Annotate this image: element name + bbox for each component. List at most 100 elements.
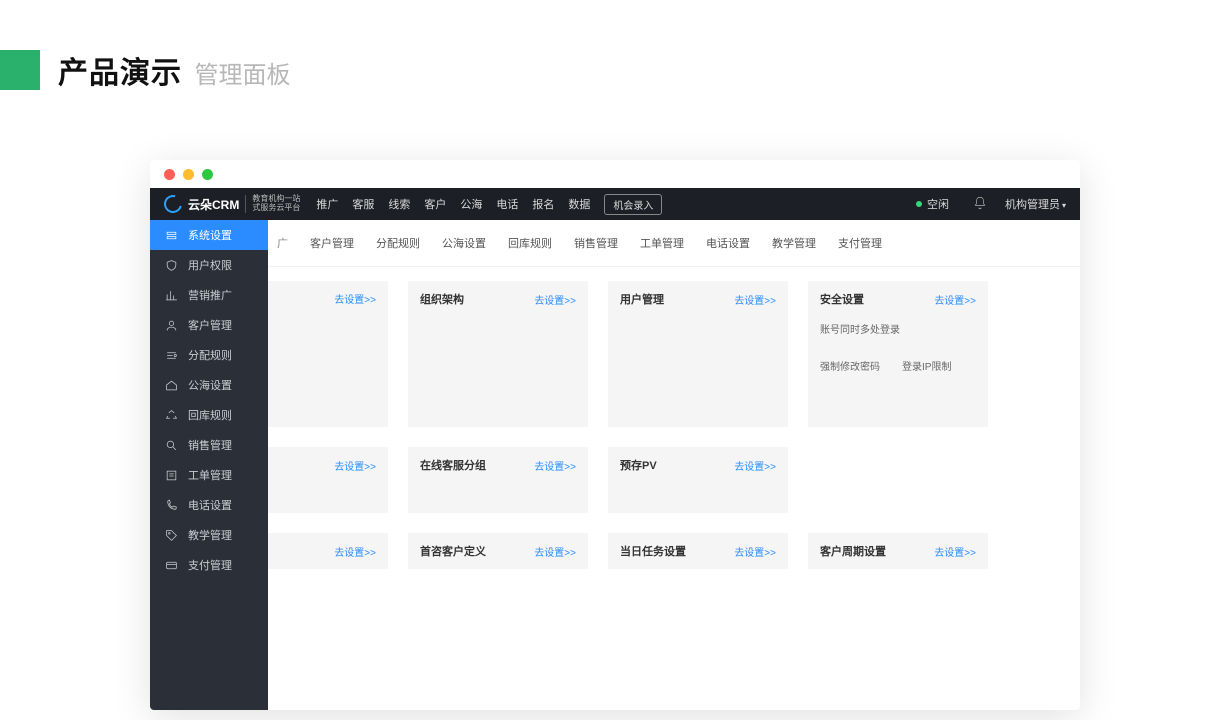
sub-tab[interactable]: 工单管理 [631,230,693,256]
sidebar: 系统设置用户权限营销推广客户管理分配规则公海设置回库规则销售管理工单管理电话设置… [150,220,268,710]
sidebar-item-label: 系统设置 [188,227,232,243]
go-settings-link[interactable]: 去设置>> [534,292,576,307]
sidebar-item-label: 用户权限 [188,257,232,273]
minimize-dot[interactable] [183,169,194,180]
user-menu[interactable]: 机构管理员▾ [1005,196,1066,212]
shield-icon [164,258,178,272]
go-settings-link[interactable]: 去设置>> [734,544,776,559]
sidebar-item-label: 营销推广 [188,287,232,303]
card-row: 去设置>>组织架构去设置>>用户管理去设置>>安全设置去设置>>账号同时多处登录… [268,281,1080,427]
maximize-dot[interactable] [202,169,213,180]
phone-icon [164,498,178,512]
top-nav: 推广客服线索客户公海电话报名数据 [316,196,590,212]
heading-main: 产品演示 [58,57,182,90]
settings-card: 首咨客户定义 去设置>> [408,533,588,569]
card-title: 预存PV [620,457,657,473]
sidebar-item[interactable]: 电话设置 [150,490,268,520]
sidebar-item-label: 支付管理 [188,557,232,573]
recycle-icon [164,408,178,422]
card-sub-item: 登录IP限制 [902,358,951,373]
top-nav-item[interactable]: 线索 [388,196,410,212]
sidebar-item[interactable]: 营销推广 [150,280,268,310]
status-indicator: 空闲 [916,196,949,212]
user-icon [164,318,178,332]
sidebar-item[interactable]: 用户权限 [150,250,268,280]
card-icon [164,558,178,572]
status-dot-icon [916,201,922,207]
top-nav-item[interactable]: 客服 [352,196,374,212]
settings-card: 安全设置 去设置>> 账号同时多处登录强制修改密码登录IP限制 [808,281,988,427]
app-body: 系统设置用户权限营销推广客户管理分配规则公海设置回库规则销售管理工单管理电话设置… [150,220,1080,710]
sub-tab[interactable]: 教学管理 [763,230,825,256]
top-nav-item[interactable]: 数据 [568,196,590,212]
cards-wrap: 去设置>>组织架构去设置>>用户管理去设置>>安全设置去设置>>账号同时多处登录… [268,267,1080,569]
close-dot[interactable] [164,169,175,180]
sidebar-item[interactable]: 教学管理 [150,520,268,550]
bell-icon[interactable] [973,196,987,213]
card-title: 当日任务设置 [620,543,686,559]
settings-card: 去设置>> [268,281,388,427]
sub-tab[interactable]: 电话设置 [697,230,759,256]
sidebar-item-label: 公海设置 [188,377,232,393]
sub-tab[interactable]: 分配规则 [367,230,429,256]
sidebar-item[interactable]: 公海设置 [150,370,268,400]
card-title: 首咨客户定义 [420,543,486,559]
go-settings-link[interactable]: 去设置>> [534,458,576,473]
settings-card: 当日任务设置 去设置>> [608,533,788,569]
sidebar-item-label: 分配规则 [188,347,232,363]
card-row: 则去设置>>首咨客户定义去设置>>当日任务设置去设置>>客户周期设置去设置>> [268,533,1080,569]
top-nav-item[interactable]: 报名 [532,196,554,212]
page-heading: 产品演示 管理面板 [0,48,290,92]
house-icon [164,378,178,392]
tag-icon [164,528,178,542]
settings-card: 置去设置>> [268,447,388,513]
card-title: 安全设置 [820,291,864,307]
app-window: 云朵CRM 教育机构一站 式服务云平台 推广客服线索客户公海电话报名数据 机会录… [150,160,1080,710]
top-nav-item[interactable]: 电话 [496,196,518,212]
sidebar-item[interactable]: 支付管理 [150,550,268,580]
top-nav-item[interactable]: 客户 [424,196,446,212]
settings-card: 在线客服分组去设置>> [408,447,588,513]
sub-tab[interactable]: 支付管理 [829,230,891,256]
sub-tab[interactable]: 回库规则 [499,230,561,256]
sidebar-item[interactable]: 销售管理 [150,430,268,460]
go-settings-link[interactable]: 去设置>> [934,544,976,559]
settings-card: 则去设置>> [268,533,388,569]
sales-icon [164,438,178,452]
card-sub-item: 账号同时多处登录 [820,321,900,336]
sub-tab[interactable]: 客户管理 [301,230,363,256]
go-settings-link[interactable]: 去设置>> [734,292,776,307]
rule-icon [164,348,178,362]
card-row: 置去设置>> 在线客服分组去设置>> 预存PV 去设置>> [268,447,1080,513]
settings-card: 客户周期设置去设置>> [808,533,988,569]
sidebar-item[interactable]: 工单管理 [150,460,268,490]
go-settings-link[interactable]: 去设置>> [334,544,376,559]
card-title: 用户管理 [620,291,664,307]
top-nav-item[interactable]: 公海 [460,196,482,212]
accent-block [0,50,40,90]
heading-sub: 管理面板 [194,62,290,89]
card-sub-items: 账号同时多处登录强制修改密码登录IP限制 [820,321,976,373]
sub-tab[interactable]: 广 [268,230,297,256]
go-settings-link[interactable]: 去设置>> [534,544,576,559]
chart-icon [164,288,178,302]
sidebar-item[interactable]: 回库规则 [150,400,268,430]
sub-tab[interactable]: 公海设置 [433,230,495,256]
sidebar-item[interactable]: 分配规则 [150,340,268,370]
sidebar-item[interactable]: 客户管理 [150,310,268,340]
record-button[interactable]: 机会录入 [604,194,662,215]
go-settings-link[interactable]: 去设置>> [334,458,376,473]
go-settings-link[interactable]: 去设置>> [734,458,776,473]
go-settings-link[interactable]: 去设置>> [934,292,976,307]
sidebar-item-label: 电话设置 [188,497,232,513]
go-settings-link[interactable]: 去设置>> [334,291,376,306]
sidebar-item[interactable]: 系统设置 [150,220,268,250]
settings-icon [164,228,178,242]
brand-tagline: 教育机构一站 式服务云平台 [245,195,300,213]
top-nav-item[interactable]: 推广 [316,196,338,212]
settings-card: 预存PV 去设置>> [608,447,788,513]
window-titlebar [150,160,1080,188]
brand-logo-icon [161,192,186,217]
sub-tab[interactable]: 销售管理 [565,230,627,256]
status-text: 空闲 [927,196,949,212]
